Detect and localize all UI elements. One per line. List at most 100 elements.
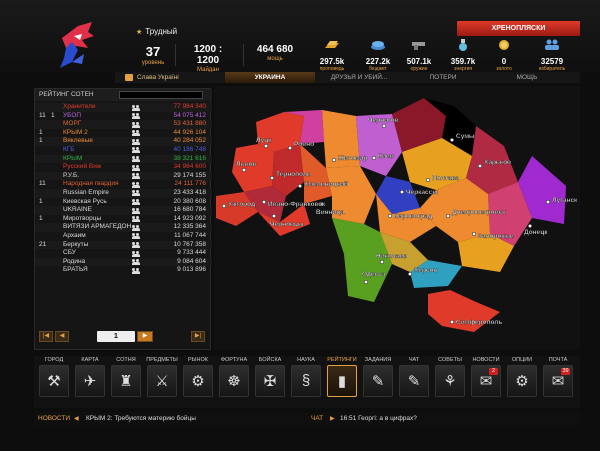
city-label[interactable]: Запорожье: [478, 233, 514, 240]
nav-dna-button[interactable]: НАУКА §: [290, 356, 322, 397]
rating-row[interactable]: 11 Народная гвардия 24 111 776: [35, 180, 212, 189]
prev-page-button[interactable]: ◀: [55, 331, 69, 342]
resource-gold-bars[interactable]: 297.5k проповедь: [312, 38, 352, 72]
rating-row[interactable]: ВИТЯЗИ АРМАГЕДОН 12 335 364: [35, 223, 212, 232]
nav-coins-button[interactable]: РЫНОК ⚙: [182, 356, 214, 397]
nav-mail-button[interactable]: ПОЧТА ✉ 39: [542, 356, 574, 397]
clan-name[interactable]: Народная гвардия: [63, 180, 131, 189]
city-marker[interactable]: [545, 199, 551, 205]
clan-name[interactable]: КГБ: [63, 146, 131, 155]
rating-row[interactable]: 1 Киевская Русь 20 380 608: [35, 198, 212, 207]
rating-row[interactable]: 1 Вяклевые 40 284 052: [35, 137, 212, 146]
city-marker[interactable]: [445, 213, 451, 219]
city-label[interactable]: Черкассы: [406, 189, 439, 196]
rating-row[interactable]: Русский Виж 34 984 600: [35, 163, 212, 172]
rating-search-input[interactable]: [119, 91, 203, 99]
clan-name[interactable]: Русский Виж: [63, 163, 131, 172]
news-prev-arrow-icon[interactable]: ◀: [74, 415, 80, 423]
clan-name[interactable]: UKRAINE: [63, 206, 131, 215]
city-label[interactable]: Ужгород: [228, 201, 255, 208]
rating-row[interactable]: МОРГ 53 431 880: [35, 120, 212, 129]
city-label[interactable]: Николаев: [376, 253, 407, 260]
city-marker[interactable]: [241, 167, 247, 173]
nav-map-button[interactable]: КАРТА ✈: [74, 356, 106, 397]
clan-name[interactable]: Архаим: [63, 232, 131, 241]
clan-name[interactable]: БРАТЬЯ: [63, 266, 131, 275]
city-marker[interactable]: [331, 157, 337, 163]
nav-tasks-button[interactable]: ЗАДАНИЯ ✎: [362, 356, 394, 397]
dancer-button[interactable]: ХРЕНОПЛЯСКИ: [457, 21, 580, 36]
nav-gear-button[interactable]: ОПЦИИ ⚙: [506, 356, 538, 397]
city-marker[interactable]: [381, 123, 387, 129]
clan-name[interactable]: Хранители: [63, 103, 131, 112]
city-marker[interactable]: [425, 177, 431, 183]
city-marker[interactable]: [263, 143, 269, 149]
map-svg[interactable]: Чернигов Сумы Луцк Ровно Житомир Киев Харьков Л…: [214, 86, 580, 350]
clan-name[interactable]: КРЫМ: [63, 155, 131, 164]
tab-power[interactable]: МОЩЬ: [487, 72, 567, 83]
rating-row[interactable]: СБУ 9 733 444: [35, 249, 212, 258]
rating-row[interactable]: БРАТЬЯ 9 013 896: [35, 266, 212, 275]
clan-name[interactable]: СБУ: [63, 249, 131, 258]
nav-chat-button[interactable]: ЧАТ ✎: [398, 356, 430, 397]
city-label[interactable]: Ивано-Франковск: [268, 201, 326, 208]
city-marker[interactable]: [449, 319, 455, 325]
city-marker[interactable]: [387, 213, 393, 219]
nav-helmet-button[interactable]: СОТНЯ ♜: [110, 356, 142, 397]
city-label[interactable]: Сумы: [456, 133, 475, 140]
rating-row[interactable]: 1 КРЫМ 2 44 926 104: [35, 129, 212, 138]
last-page-button[interactable]: ▶|: [191, 331, 205, 342]
city-marker[interactable]: [407, 271, 413, 277]
resource-voters[interactable]: 32579 избиратель: [532, 38, 572, 72]
resource-money[interactable]: 227.2k бюджет: [358, 38, 398, 72]
city-label[interactable]: Чернигов: [368, 117, 399, 124]
tab-friends[interactable]: ДРУЗЬЯ И УБИЙ...: [319, 72, 399, 83]
city-label[interactable]: Тернополь: [276, 171, 311, 178]
city-label[interactable]: Ровно: [294, 141, 314, 148]
city-label[interactable]: Луцк: [256, 137, 272, 144]
rating-row[interactable]: 21 Беркуты 10 767 358: [35, 240, 212, 250]
city-marker[interactable]: [363, 279, 369, 285]
clan-name[interactable]: ВИТЯЗИ АРМАГЕДОН: [63, 223, 131, 232]
rating-row[interactable]: Родина 9 084 604: [35, 257, 212, 267]
nav-news-button[interactable]: НОВОСТИ ✉ 2: [470, 356, 502, 397]
city-label[interactable]: Симферополь: [456, 319, 503, 326]
clan-name[interactable]: УБОП: [63, 112, 131, 121]
city-marker[interactable]: [297, 183, 303, 189]
next-page-button[interactable]: ▶: [137, 331, 153, 342]
rating-row[interactable]: Хранители 77 984 340: [35, 103, 212, 112]
nav-ratings-button[interactable]: РЕЙТИНГИ ▮: [326, 356, 358, 397]
clan-name[interactable]: Родина: [63, 258, 131, 267]
city-label[interactable]: Кировоград: [394, 213, 433, 220]
city-marker[interactable]: [449, 137, 455, 143]
city-label[interactable]: Черновцы: [270, 221, 304, 228]
rating-row[interactable]: КГБ 40 186 748: [35, 146, 212, 155]
city-marker[interactable]: [221, 203, 227, 209]
rating-row[interactable]: Архаим 11 067 744: [35, 232, 212, 241]
clan-name[interactable]: Вяклевые: [63, 137, 131, 146]
city-marker[interactable]: [471, 231, 477, 237]
city-label[interactable]: Хмельницкий: [304, 180, 348, 188]
city-label[interactable]: Полтава: [432, 175, 460, 182]
clan-name[interactable]: Киевская Русь: [63, 198, 131, 207]
city-marker[interactable]: [269, 175, 275, 181]
news-text[interactable]: КРЫМ 2: Требуются материю бойцы: [86, 412, 196, 426]
clan-name[interactable]: Р.У.Б.: [63, 172, 131, 181]
clan-name[interactable]: Миротворцы: [63, 215, 131, 224]
rating-row[interactable]: Russian Empire 23 433 418: [35, 188, 212, 198]
nav-advice-button[interactable]: СОВЕТЫ ⚘: [434, 356, 466, 397]
city-label[interactable]: Львов: [236, 161, 257, 168]
city-marker[interactable]: [371, 155, 377, 161]
city-label[interactable]: Луганск: [552, 197, 578, 204]
resource-weapons[interactable]: 507.1k оружие: [399, 38, 439, 72]
city-marker[interactable]: [261, 199, 267, 205]
chat-arrow-icon[interactable]: ▶: [330, 415, 336, 423]
rating-row[interactable]: КРЫМ 38 321 616: [35, 154, 212, 164]
city-label[interactable]: Харьков: [484, 159, 511, 166]
city-marker[interactable]: [399, 189, 405, 195]
page-number[interactable]: 1: [97, 331, 135, 342]
tab-losses[interactable]: ПОТЕРИ: [403, 72, 483, 83]
tab-ukraine[interactable]: УКРАИНА: [225, 72, 315, 83]
nav-items-button[interactable]: ПРЕДМЕТЫ ⚔: [146, 356, 178, 397]
clan-name[interactable]: КРЫМ 2: [63, 129, 131, 138]
